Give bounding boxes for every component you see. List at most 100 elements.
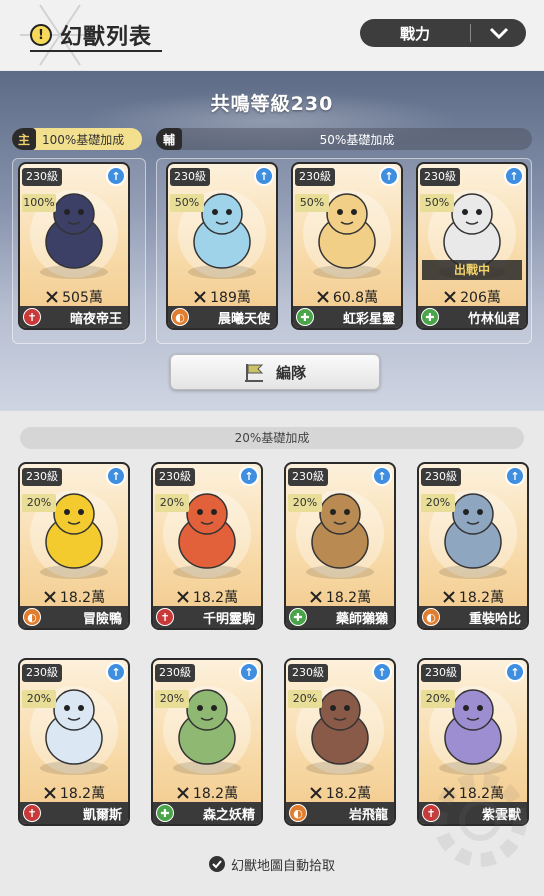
crossed-swords-icon xyxy=(310,787,322,799)
name-bar: ◐ 冒險鴨 xyxy=(20,606,128,628)
bonus-percent-badge: 100% xyxy=(22,194,56,212)
name-bar: ✝ 千明靈駒 xyxy=(153,606,261,628)
bonus-percent-badge: 20% xyxy=(22,690,56,708)
bonus-percent-badge: 20% xyxy=(288,690,322,708)
creature-card[interactable]: 230級 20% ↑ 18.2萬 ✝ 千明靈駒 xyxy=(151,462,263,630)
upgrade-arrow-icon[interactable]: ↑ xyxy=(239,662,259,682)
creature-card[interactable]: 230級 20% ↑ 18.2萬 ✝ 凱爾斯 xyxy=(18,658,130,826)
support-class-icon: ✚ xyxy=(421,308,439,326)
upgrade-arrow-icon[interactable]: ↑ xyxy=(372,662,392,682)
sort-dropdown[interactable]: 戰力 xyxy=(360,19,526,47)
upgrade-arrow-icon[interactable]: ↑ xyxy=(372,466,392,486)
defense-class-icon: ◐ xyxy=(23,608,41,626)
creature-card[interactable]: 230級 20% ↑ 18.2萬 ◐ 重裝哈比 xyxy=(417,462,529,630)
creature-card[interactable]: 230級 20% ↑ 18.2萬 ◐ 岩飛龍 xyxy=(284,658,396,826)
power-text: 18.2萬 xyxy=(325,786,372,802)
crossed-swords-icon xyxy=(177,591,189,603)
upgrade-arrow-icon[interactable]: ↑ xyxy=(504,166,524,186)
title-underline xyxy=(30,50,162,52)
bonus-percent-badge: 20% xyxy=(22,494,56,512)
creature-name: 虹彩星靈 xyxy=(342,311,395,327)
level-badge: 230級 xyxy=(420,168,460,186)
defense-class-icon: ◐ xyxy=(422,608,440,626)
power-value: 18.2萬 xyxy=(419,588,527,606)
main-tag: 主 xyxy=(12,128,36,150)
power-text: 18.2萬 xyxy=(59,786,106,802)
power-text: 189萬 xyxy=(210,290,251,306)
crossed-swords-icon xyxy=(444,291,456,303)
creature-name: 冒險鴨 xyxy=(82,611,122,627)
creature-card[interactable]: 230級 20% ↑ 18.2萬 ✚ 藥師獺獺 xyxy=(284,462,396,630)
base-bonus-band: 20%基礎加成 xyxy=(20,427,524,449)
creature-card[interactable]: 230級 50% ↑ 189萬 ◐ 晨曦天使 xyxy=(166,162,278,330)
level-badge: 230級 xyxy=(22,168,62,186)
bonus-percent-badge: 20% xyxy=(155,494,189,512)
crossed-swords-icon xyxy=(194,291,206,303)
name-bar: ✚ 虹彩星靈 xyxy=(293,306,401,328)
attack-class-icon: ✝ xyxy=(23,804,41,822)
level-badge: 230級 xyxy=(155,664,195,682)
in-battle-badge: 出戰中 xyxy=(422,260,522,280)
formation-button[interactable]: 編隊 xyxy=(170,354,380,390)
defense-class-icon: ◐ xyxy=(289,804,307,822)
info-icon[interactable]: ! xyxy=(30,24,52,46)
resonance-level-title: 共鳴等級230 xyxy=(210,93,334,115)
name-bar: ◐ 晨曦天使 xyxy=(168,306,276,328)
upgrade-arrow-icon[interactable]: ↑ xyxy=(379,166,399,186)
name-bar: ✚ 森之妖精 xyxy=(153,802,261,824)
upgrade-arrow-icon[interactable]: ↑ xyxy=(106,662,126,682)
creature-name: 凱爾斯 xyxy=(82,807,122,823)
support-class-icon: ✚ xyxy=(289,608,307,626)
sort-selected-label: 戰力 xyxy=(399,24,430,43)
power-text: 18.2萬 xyxy=(458,590,505,606)
support-class-icon: ✚ xyxy=(156,804,174,822)
crossed-swords-icon xyxy=(46,291,58,303)
power-text: 18.2萬 xyxy=(192,786,239,802)
power-value: 18.2萬 xyxy=(153,784,261,802)
name-bar: ✚ 竹林仙君 xyxy=(418,306,526,328)
creature-card[interactable]: 230級 50% ↑ 出戰中 206萬 ✚ 竹林仙君 xyxy=(416,162,528,330)
upgrade-arrow-icon[interactable]: ↑ xyxy=(254,166,274,186)
power-text: 505萬 xyxy=(62,290,103,306)
creature-name: 千明靈駒 xyxy=(202,611,255,627)
power-value: 505萬 xyxy=(20,288,128,306)
creature-name: 晨曦天使 xyxy=(217,311,270,327)
power-value: 18.2萬 xyxy=(286,784,394,802)
power-text: 18.2萬 xyxy=(59,590,106,606)
level-badge: 230級 xyxy=(421,664,461,682)
upgrade-arrow-icon[interactable]: ↑ xyxy=(106,466,126,486)
check-icon xyxy=(208,856,225,872)
sub-tag: 輔 xyxy=(156,128,182,150)
power-text: 60.8萬 xyxy=(332,290,379,306)
bonus-percent-badge: 50% xyxy=(170,194,204,212)
power-value: 60.8萬 xyxy=(293,288,401,306)
creature-name: 重裝哈比 xyxy=(468,611,521,627)
creature-card[interactable]: 230級 50% ↑ 60.8萬 ✚ 虹彩星靈 xyxy=(291,162,403,330)
main-bonus-label: 主 100%基礎加成 xyxy=(12,128,142,150)
level-badge: 230級 xyxy=(288,664,328,682)
creature-card[interactable]: 230級 20% ↑ 18.2萬 ◐ 冒險鴨 xyxy=(18,462,130,630)
resonance-panel: 共鳴等級230 主 100%基礎加成 輔 50%基礎加成 230級 100% ↑ xyxy=(0,71,544,411)
level-badge: 230級 xyxy=(22,664,62,682)
creature-name: 岩飛龍 xyxy=(348,807,388,823)
auto-pickup-toggle[interactable]: 幻獸地圖自動拾取 xyxy=(0,853,544,875)
header-bar: ! 幻獸列表 戰力 xyxy=(0,0,544,70)
upgrade-arrow-icon[interactable]: ↑ xyxy=(505,466,525,486)
creature-card[interactable]: 230級 100% ↑ 505萬 ✝ 暗夜帝王 xyxy=(18,162,130,330)
power-value: 18.2萬 xyxy=(20,784,128,802)
creature-name: 竹林仙君 xyxy=(467,311,520,327)
creature-name: 森之妖精 xyxy=(202,807,255,823)
title-wrap: ! 幻獸列表 xyxy=(30,20,152,50)
power-text: 18.2萬 xyxy=(192,590,239,606)
name-bar: ◐ 重裝哈比 xyxy=(419,606,527,628)
power-value: 18.2萬 xyxy=(286,588,394,606)
upgrade-arrow-icon[interactable]: ↑ xyxy=(239,466,259,486)
upgrade-arrow-icon[interactable]: ↑ xyxy=(106,166,126,186)
power-value: 189萬 xyxy=(168,288,276,306)
name-bar: ✚ 藥師獺獺 xyxy=(286,606,394,628)
upgrade-arrow-icon[interactable]: ↑ xyxy=(505,662,525,682)
level-badge: 230級 xyxy=(288,468,328,486)
creature-card[interactable]: 230級 20% ↑ 18.2萬 ✚ 森之妖精 xyxy=(151,658,263,826)
defense-class-icon: ◐ xyxy=(171,308,189,326)
crossed-swords-icon xyxy=(44,787,56,799)
